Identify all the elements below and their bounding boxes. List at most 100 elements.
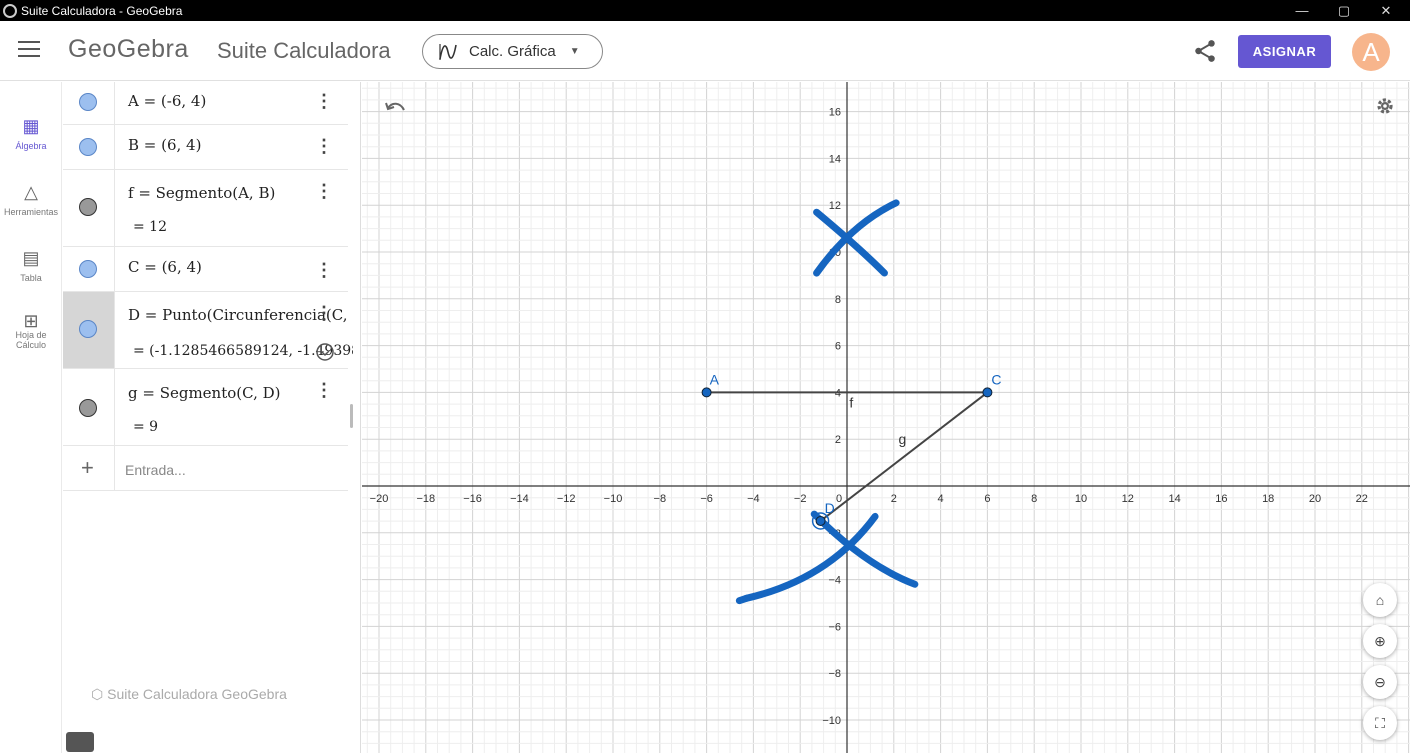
geogebra-logo: GeoGebra [68,35,189,63]
point-C [982,387,993,398]
algebra-definition[interactable]: g = Segmento(C, D) [128,384,281,402]
suite-title: Suite Calculadora [217,38,391,63]
algebra-value: = 12 [133,219,167,235]
algebra-view: A = (-6, 4) ⋮ B = (6, 4) ⋮ f = Segmento(… [63,82,361,753]
rail-item-tools[interactable]: △ Herramientas [0,182,62,217]
more-options-icon[interactable]: ⋮ [315,380,333,401]
x-tick-label: −6 [700,493,713,505]
y-tick-label: 12 [829,200,841,212]
y-tick-label: −10 [822,715,841,727]
settings-gear-icon[interactable] [1375,96,1395,116]
point-A [701,387,712,398]
visibility-cell [63,82,115,124]
x-tick-label: 22 [1356,493,1368,505]
keyboard-icon[interactable] [66,732,94,752]
algebra-row-D[interactable]: D = Punto(Circunferencia(C, 9) = (-1.128… [63,292,353,369]
y-tick-label: 14 [829,153,841,165]
app-header: GeoGebra Suite Calculadora Calc. Gráfica… [0,21,1410,81]
calculator-icon: ▦ [22,116,40,136]
visibility-cell [63,170,115,246]
label-A: A [710,371,720,387]
x-tick-label: 0 [836,493,842,505]
algebra-row-A[interactable]: A = (-6, 4) ⋮ [63,82,348,125]
scrollbar[interactable] [350,404,353,428]
x-tick-label: 20 [1309,493,1321,505]
plus-icon[interactable]: + [81,455,94,481]
geogebra-app-icon [3,3,17,18]
rail-item-spreadsheet[interactable]: ⊞ Hoja de Cálculo [0,312,62,350]
brand-footer-label: Suite Calculadora GeoGebra [107,686,287,702]
y-tick-label: −8 [828,668,841,680]
view-rail: ▦ Álgebra △ Herramientas ▤ Tabla ⊞ Hoja … [0,82,62,753]
freehand-stroke [742,512,879,602]
avatar[interactable]: A [1352,33,1390,71]
more-options-icon[interactable]: ⋮ [315,91,333,112]
fullscreen-icon[interactable]: ⛶ [1363,706,1397,740]
maximize-button[interactable]: ▢ [1324,0,1364,21]
share-icon[interactable] [1192,38,1218,64]
minimize-button[interactable]: — [1282,0,1322,21]
x-tick-label: −14 [510,493,529,505]
x-tick-label: 18 [1262,493,1274,505]
freehand-stroke [813,199,900,277]
x-tick-label: 4 [938,493,944,505]
rail-item-label: Hoja de Cálculo [15,330,47,350]
more-options-icon[interactable]: ⋮ [315,260,333,281]
more-options-icon[interactable]: ⋮ [315,303,333,324]
algebra-definition[interactable]: B = (6, 4) [128,136,201,154]
label-f: f [849,394,853,410]
undo-icon[interactable] [384,100,406,116]
algebra-row-C[interactable]: C = (6, 4) ⋮ [63,247,348,292]
label-C: C [991,371,1001,387]
x-tick-label: −16 [463,493,482,505]
zoom-in-icon[interactable]: ⊕ [1363,624,1397,658]
window-titlebar: Suite Calculadora - GeoGebra — ▢ ✕ [0,0,1410,21]
y-tick-label: 16 [829,107,841,119]
app-picker-dropdown[interactable]: Calc. Gráfica ▼ [422,34,603,69]
graphics-view[interactable]: −20 −18 −16 −14 −12 −10 −8 −6 −4 −2 0 2 4 6 8 10 12 14 16 1… [362,82,1410,753]
home-icon[interactable]: ⌂ [1363,583,1397,617]
visibility-toggle[interactable] [79,93,97,111]
x-tick-label: 2 [891,493,897,505]
label-g: g [898,431,906,447]
visibility-toggle[interactable] [79,138,97,156]
close-window-button[interactable]: ✕ [1366,0,1406,21]
rail-item-table[interactable]: ▤ Tabla [0,248,62,283]
algebra-value: = 9 [133,419,159,435]
shapes-icon: △ [24,182,38,202]
hamburger-menu-icon[interactable] [18,41,40,59]
visibility-toggle[interactable] [79,260,97,278]
graph-canvas[interactable]: −20 −18 −16 −14 −12 −10 −8 −6 −4 −2 0 2 4 6 8 10 12 14 16 1… [362,82,1410,753]
y-tick-label: 8 [835,294,841,306]
table-icon: ▤ [22,248,40,268]
rail-item-algebra[interactable]: ▦ Álgebra [0,116,62,151]
x-tick-label: 16 [1215,493,1227,505]
x-tick-label: 14 [1168,493,1180,505]
zoom-out-icon[interactable]: ⊖ [1363,665,1397,699]
y-tick-label: 6 [835,341,841,353]
brand-footer: ⬡ Suite Calculadora GeoGebra [91,686,287,703]
algebra-row-f[interactable]: f = Segmento(A, B) = 12 ⋮ [63,170,348,247]
x-tick-label: −12 [557,493,576,505]
more-options-icon[interactable]: ⋮ [315,181,333,202]
rail-item-label: Tabla [20,273,42,283]
output-toggle-icon[interactable] [315,342,335,362]
algebra-row-g[interactable]: g = Segmento(C, D) = 9 ⋮ [63,369,348,446]
visibility-cell [63,292,115,368]
x-tick-label: −2 [794,493,807,505]
visibility-cell [63,125,115,169]
algebra-definition[interactable]: C = (6, 4) [128,258,202,276]
rail-item-label: Herramientas [3,207,59,217]
assign-button[interactable]: ASIGNAR [1238,35,1331,68]
visibility-toggle[interactable] [79,320,97,338]
more-options-icon[interactable]: ⋮ [315,136,333,157]
graph-curve-icon [439,43,457,60]
algebra-definition[interactable]: f = Segmento(A, B) [128,184,275,202]
algebra-input-row[interactable]: + Entrada... [63,446,348,491]
algebra-definition[interactable]: A = (-6, 4) [128,92,206,110]
algebra-row-B[interactable]: B = (6, 4) ⋮ [63,125,348,170]
visibility-toggle[interactable] [79,198,97,216]
algebra-input[interactable]: Entrada... [125,462,186,478]
app-picker-label: Calc. Gráfica [469,43,556,60]
visibility-toggle[interactable] [79,399,97,417]
